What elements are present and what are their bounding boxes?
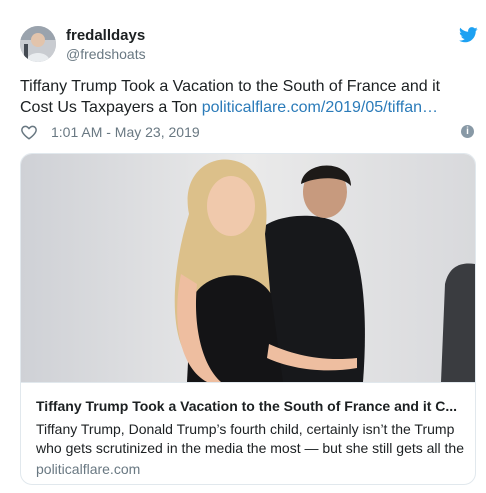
user-handle[interactable]: @fredshoats <box>66 46 146 62</box>
twitter-bird-icon[interactable] <box>459 27 478 43</box>
card-description: Tiffany Trump, Donald Trump’s fourth chi… <box>36 421 464 456</box>
tweet-timestamp[interactable]: 1:01 AM - May 23, 2019 <box>51 124 200 140</box>
card-domain: politicalflare.com <box>36 461 141 477</box>
card-title: Tiffany Trump Took a Vacation to the Sou… <box>36 398 458 414</box>
tweet-text: Tiffany Trump Took a Vacation to the Sou… <box>20 76 472 118</box>
display-name[interactable]: fredalldays <box>66 27 145 44</box>
link-card[interactable]: Tiffany Trump Took a Vacation to the Sou… <box>20 153 476 485</box>
avatar[interactable] <box>20 26 56 62</box>
avatar-image <box>20 26 56 62</box>
info-icon[interactable]: i <box>461 125 474 138</box>
tweet-link[interactable]: politicalflare.com/2019/05/tiffan… <box>202 99 438 116</box>
card-image <box>21 154 475 382</box>
heart-icon[interactable] <box>20 123 38 141</box>
embedded-tweet: fredalldays @fredshoats Tiffany Trump To… <box>0 0 486 493</box>
tweet-meta: 1:01 AM - May 23, 2019 i <box>20 123 476 141</box>
card-body: Tiffany Trump Took a Vacation to the Sou… <box>21 382 475 484</box>
